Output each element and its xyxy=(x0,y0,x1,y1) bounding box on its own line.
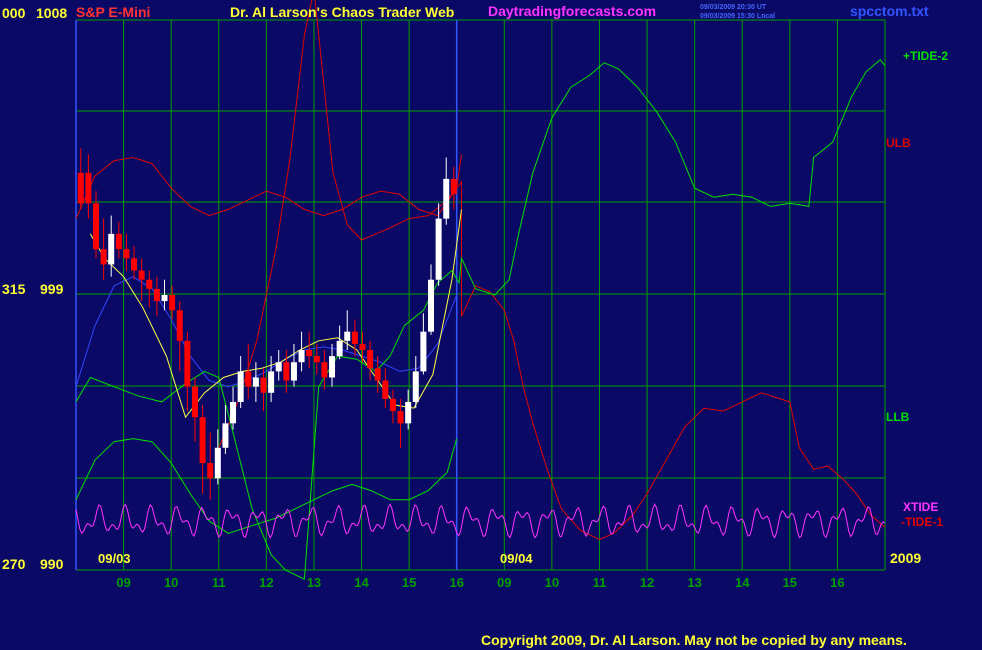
price-bar-body-31 xyxy=(313,356,320,363)
x-tick-label-9: 10 xyxy=(545,575,559,590)
chart-canvas: 000 1008 S&P E-Mini Dr. Al Larson's Chao… xyxy=(0,0,982,650)
legend-tide2: +TIDE-2 xyxy=(903,49,948,63)
timestamp-local: 09/03/2009 15:30 Local xyxy=(700,13,775,20)
price-bar-body-34 xyxy=(336,340,343,357)
price-bar-body-7 xyxy=(131,258,138,271)
legend-ulb: ULB xyxy=(886,136,911,150)
legend-tide1: -TIDE-1 xyxy=(901,515,943,529)
price-bar-body-11 xyxy=(161,295,168,302)
x-tick-label-2: 11 xyxy=(212,575,226,590)
price-bar-body-0 xyxy=(77,172,84,204)
price-bar-body-8 xyxy=(138,270,145,280)
price-bar-body-35 xyxy=(344,331,351,341)
symbol-title: S&P E-Mini xyxy=(76,4,150,20)
website-link[interactable]: Daytradingforecasts.com xyxy=(488,3,656,19)
price-bar-body-21 xyxy=(237,371,244,402)
price-bar-body-38 xyxy=(367,350,374,369)
legend-xtide: XTIDE xyxy=(903,500,938,514)
y-bottom-code: 270 xyxy=(2,556,26,572)
chart-title: Dr. Al Larson's Chaos Trader Web xyxy=(230,4,454,20)
y-top-code: 000 xyxy=(2,5,26,21)
price-bar-body-30 xyxy=(306,350,313,357)
price-bar-body-36 xyxy=(351,331,358,344)
price-bar-body-28 xyxy=(290,362,297,381)
x-tick-label-8: 09 xyxy=(497,575,511,590)
price-bar-body-5 xyxy=(115,233,122,250)
x-tick-label-1: 10 xyxy=(164,575,178,590)
price-bar-body-20 xyxy=(230,401,237,424)
price-bar-body-46 xyxy=(428,279,435,332)
price-bar-body-27 xyxy=(283,362,290,381)
x-tick-label-12: 13 xyxy=(687,575,701,590)
price-bar-body-42 xyxy=(397,411,404,424)
price-bar-body-13 xyxy=(176,310,183,341)
price-bar-body-17 xyxy=(207,463,214,479)
x-tick-label-3: 12 xyxy=(259,575,273,590)
price-bar-body-18 xyxy=(214,447,221,479)
price-bar-body-25 xyxy=(268,371,275,393)
x-tick-label-10: 11 xyxy=(593,575,607,590)
price-bar-body-10 xyxy=(153,288,160,302)
date-label-mid: 09/04 xyxy=(500,551,533,566)
price-bar-body-3 xyxy=(100,249,107,265)
x-tick-label-5: 14 xyxy=(354,575,369,590)
y-bottom-price: 990 xyxy=(40,556,64,572)
price-bar-body-41 xyxy=(389,398,396,412)
price-bar-body-26 xyxy=(275,362,282,372)
price-bar-body-39 xyxy=(374,368,381,381)
chart-background xyxy=(0,0,982,650)
timestamp-ut: 09/03/2009 20:30 UT xyxy=(700,4,767,11)
x-tick-label-7: 16 xyxy=(449,575,463,590)
price-bar-body-9 xyxy=(146,279,153,289)
price-bar-body-40 xyxy=(382,380,389,399)
price-bar-body-14 xyxy=(184,340,191,387)
data-file-name: spcctom.txt xyxy=(850,3,929,19)
price-bar-body-48 xyxy=(443,178,450,219)
x-tick-label-6: 15 xyxy=(402,575,416,590)
y-mid-code: 315 xyxy=(2,281,26,297)
year-label: 2009 xyxy=(890,550,921,566)
price-bar-body-29 xyxy=(298,350,305,363)
x-tick-label-15: 16 xyxy=(830,575,844,590)
price-bar-body-44 xyxy=(412,371,419,402)
price-bar-body-1 xyxy=(85,172,92,204)
price-bar-body-32 xyxy=(321,362,328,378)
price-bar-body-4 xyxy=(108,233,115,265)
legend-llb: LLB xyxy=(886,410,910,424)
price-bar-body-12 xyxy=(169,295,176,311)
price-bar-body-43 xyxy=(405,401,412,424)
price-bar-body-45 xyxy=(420,331,427,372)
price-bar-body-37 xyxy=(359,343,366,350)
price-bar-body-23 xyxy=(252,377,259,387)
price-bar-body-24 xyxy=(260,377,267,393)
price-bar-body-49 xyxy=(450,178,457,195)
price-bar-body-47 xyxy=(435,218,442,280)
x-tick-label-0: 09 xyxy=(116,575,130,590)
price-bar-body-6 xyxy=(123,249,130,259)
x-tick-label-4: 13 xyxy=(307,575,321,590)
price-bar-body-22 xyxy=(245,371,252,387)
y-mid-price: 999 xyxy=(40,281,64,297)
x-tick-label-11: 12 xyxy=(640,575,654,590)
price-bar-body-19 xyxy=(222,423,229,448)
price-bar-body-15 xyxy=(191,386,198,418)
x-tick-label-13: 14 xyxy=(735,575,750,590)
price-bar-body-16 xyxy=(199,417,206,464)
copyright-notice: Copyright 2009, Dr. Al Larson. May not b… xyxy=(481,632,907,648)
y-top-price: 1008 xyxy=(36,5,67,21)
price-bar-body-2 xyxy=(92,203,99,250)
x-tick-label-14: 15 xyxy=(783,575,797,590)
date-label-left: 09/03 xyxy=(98,551,131,566)
price-bar-body-33 xyxy=(329,356,336,378)
